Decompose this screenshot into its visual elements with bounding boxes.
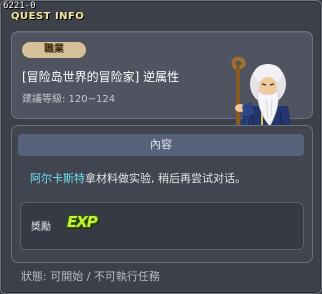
quest-content-panel: 內容 阿尔卡斯特拿材料做实验, 稍后再尝试对话。 獎勵 EXP [11,125,313,263]
exp-icon: EXP [67,213,98,231]
quest-info-window: 6221-0 QUEST INFO 職業 [冒险岛世界的冒险家] 逆属性 建議等… [0,0,322,294]
quest-description: 阿尔卡斯特拿材料做实验, 稍后再尝试对话。 [30,170,300,186]
quest-id: 6221-0 [3,1,36,11]
quest-category-tag: 職業 [22,42,86,58]
quest-summary-panel: 職業 [冒险岛世界的冒险家] 逆属性 建議等級: 120~124 [11,31,313,143]
reward-label: 獎勵 [31,222,51,233]
npc-name-link[interactable]: 阿尔卡斯特 [30,172,85,185]
content-header: 內容 [18,134,304,156]
description-text: 拿材料做实验, 稍后再尝试对话。 [85,172,246,185]
window-title: QUEST INFO [11,11,85,22]
quest-name: [冒险岛世界的冒险家] 逆属性 [22,70,180,84]
quest-status: 狀態: 可開始 / 不可執行任務 [21,270,160,283]
recommended-level: 建議等級: 120~124 [22,94,116,105]
reward-box: 獎勵 EXP [20,202,304,250]
